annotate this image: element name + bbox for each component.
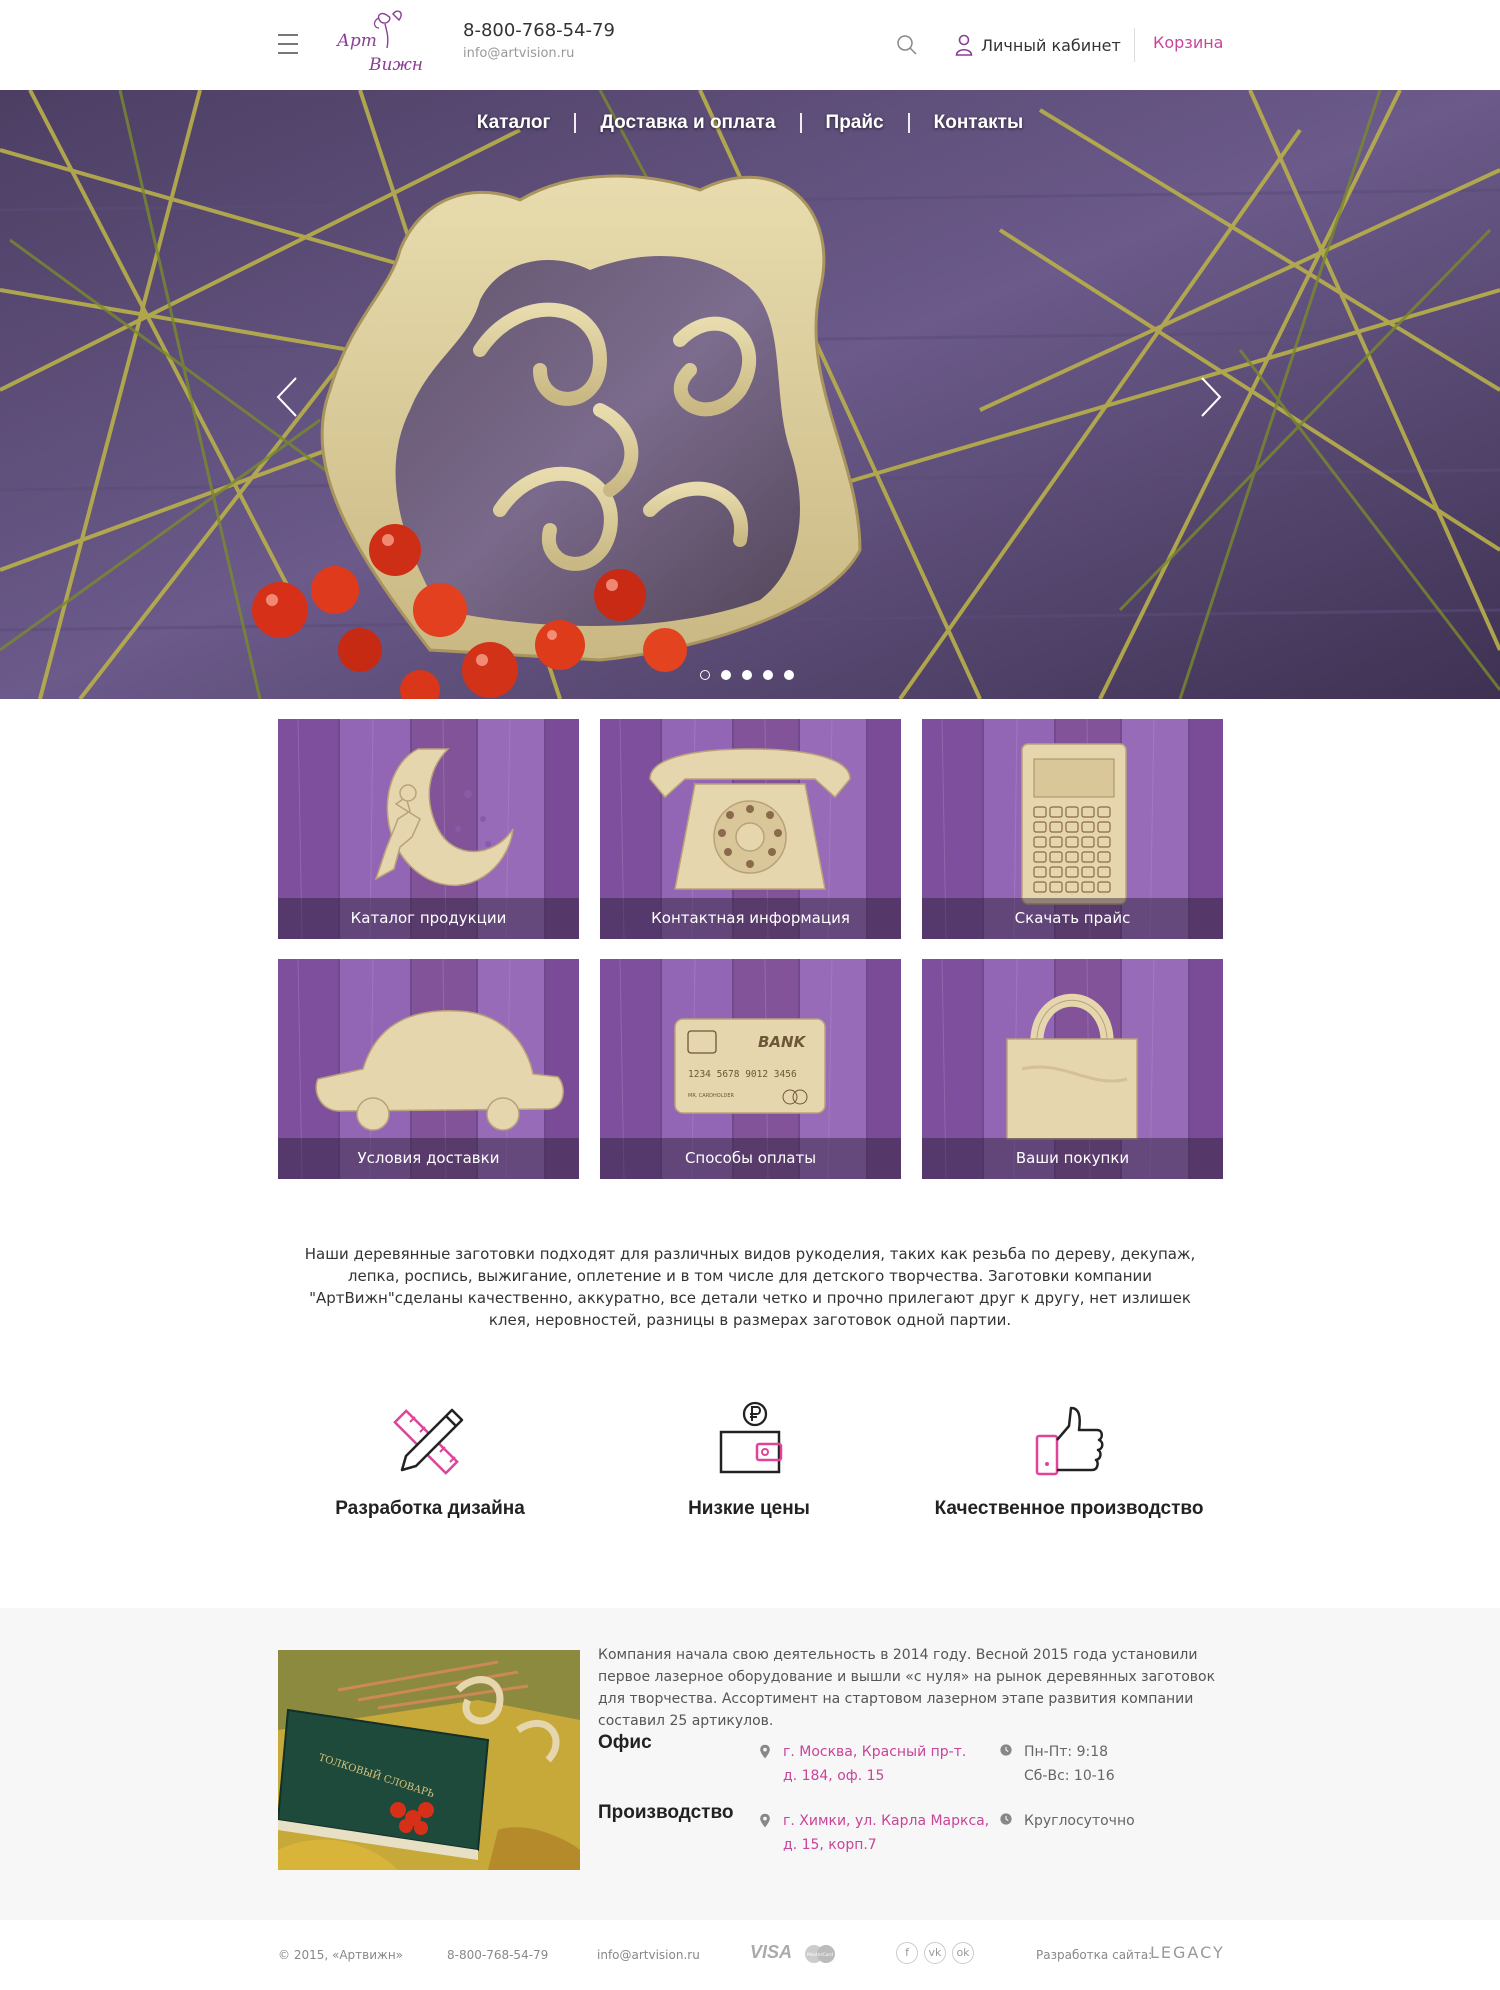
hero-image xyxy=(0,90,1500,699)
svg-text:Арт: Арт xyxy=(336,31,377,51)
tile-price[interactable]: Скачать прайс xyxy=(922,719,1223,939)
clock-icon xyxy=(1000,1744,1012,1756)
slider-dot[interactable] xyxy=(763,670,773,680)
production-address-line2: д. 15, корп.7 xyxy=(783,1837,877,1853)
svg-text:BANK: BANK xyxy=(758,1033,807,1051)
chevron-right-icon[interactable] xyxy=(1198,375,1224,419)
account-label: Личный кабинет xyxy=(981,35,1121,55)
copyright: © 2015, «Артвижн» xyxy=(278,1948,404,1962)
slider-dots xyxy=(700,670,794,680)
vk-icon[interactable]: vk xyxy=(924,1942,946,1964)
footer-phone[interactable]: 8-800-768-54-79 xyxy=(447,1948,548,1962)
office-hours: Пн-Пт: 9:18 Сб-Вс: 10-16 xyxy=(998,1740,1115,1788)
nav-separator xyxy=(907,112,910,133)
production-address-line1: г. Химки, ул. Карла Маркса, xyxy=(783,1813,990,1829)
feature-label: Низкие цены xyxy=(688,1498,810,1519)
tile-purchases[interactable]: Ваши покупки xyxy=(922,959,1223,1179)
developer-logo[interactable]: LEGACY xyxy=(1150,1943,1225,1962)
pencil-ruler-icon xyxy=(393,1408,464,1475)
site-header: Арт Вижн 8-800-768-54-79 info@artvision.… xyxy=(0,0,1500,90)
header-phone[interactable]: 8-800-768-54-79 xyxy=(463,20,615,41)
wallet-ruble-icon xyxy=(719,1401,783,1474)
production-label: Производство xyxy=(598,1802,734,1823)
office-address-line1: г. Москва, Красный пр-т. xyxy=(783,1744,967,1760)
tile-label: Контактная информация xyxy=(600,898,901,939)
slider-dot[interactable] xyxy=(784,670,794,680)
office-hours-weekend: Сб-Вс: 10-16 xyxy=(1024,1768,1115,1784)
clock-icon xyxy=(1000,1813,1012,1825)
tile-delivery[interactable]: Условия доставки xyxy=(278,959,579,1179)
tile-label: Условия доставки xyxy=(278,1138,579,1179)
tile-label: Скачать прайс xyxy=(922,898,1223,939)
visa-logo: VISA xyxy=(750,1942,793,1962)
slider-dot[interactable] xyxy=(721,670,731,680)
about-text: Наши деревянные заготовки подходят для р… xyxy=(304,1245,1196,1329)
office-label: Офис xyxy=(598,1732,652,1753)
thumbs-up-icon xyxy=(1035,1406,1104,1476)
feature-quality: Качественное производство xyxy=(919,1400,1219,1520)
facebook-icon[interactable]: f xyxy=(896,1942,918,1964)
office-address-line2: д. 184, оф. 15 xyxy=(783,1768,885,1784)
tile-grid: Каталог продукции Контактная информация … xyxy=(278,719,1223,1179)
nav-catalog[interactable]: Каталог xyxy=(453,112,575,134)
slider-dot[interactable] xyxy=(700,670,710,680)
account-link[interactable]: Личный кабинет xyxy=(955,30,1121,60)
tile-label: Ваши покупки xyxy=(922,1138,1223,1179)
search-icon[interactable] xyxy=(895,33,919,57)
nav-separator xyxy=(799,112,802,133)
map-pin-icon xyxy=(760,1744,770,1759)
tile-payment[interactable]: BANK 1234 5678 9012 3456 MR. CARDHOLDER … xyxy=(600,959,901,1179)
feature-label: Качественное производство xyxy=(934,1498,1204,1519)
production-hours-text: Круглосуточно xyxy=(1024,1813,1135,1829)
odnoklassniki-icon[interactable]: ok xyxy=(952,1942,974,1964)
hero-slider: Каталог Доставка и оплата Прайс Контакты xyxy=(0,90,1500,699)
slider-dot[interactable] xyxy=(742,670,752,680)
footer-email[interactable]: info@artvision.ru xyxy=(597,1948,700,1962)
tile-catalog[interactable]: Каталог продукции xyxy=(278,719,579,939)
divider xyxy=(1134,28,1135,62)
logo[interactable]: Арт Вижн xyxy=(333,8,433,78)
user-icon xyxy=(955,34,973,56)
feature-prices: Низкие цены xyxy=(599,1400,899,1520)
developer-label: Разработка сайта: xyxy=(1036,1948,1153,1962)
production-hours: Круглосуточно xyxy=(998,1809,1135,1833)
chevron-left-icon[interactable] xyxy=(274,375,300,419)
nav-separator xyxy=(574,112,577,133)
header-email[interactable]: info@artvision.ru xyxy=(463,46,574,61)
svg-text:MasterCard: MasterCard xyxy=(807,1952,833,1958)
map-pin-icon xyxy=(760,1813,770,1828)
company-info: ТОЛКОВЫЙ СЛОВАРЬ Компания начала свою де… xyxy=(0,1608,1500,1920)
menu-icon[interactable] xyxy=(278,34,298,56)
company-description: Компания начала свою деятельность в 2014… xyxy=(598,1647,1216,1729)
office-address[interactable]: г. Москва, Красный пр-т. д. 184, оф. 15 xyxy=(757,1740,966,1788)
tile-label: Способы оплаты xyxy=(600,1138,901,1179)
svg-text:Вижн: Вижн xyxy=(368,55,423,75)
site-footer: © 2015, «Артвижн» 8-800-768-54-79 info@a… xyxy=(0,1920,1500,1990)
company-photo: ТОЛКОВЫЙ СЛОВАРЬ xyxy=(278,1650,580,1870)
feature-design: Разработка дизайна xyxy=(280,1400,580,1520)
feature-label: Разработка дизайна xyxy=(335,1498,525,1519)
production-address[interactable]: г. Химки, ул. Карла Маркса, д. 15, корп.7 xyxy=(757,1809,989,1857)
office-hours-weekday: Пн-Пт: 9:18 xyxy=(1024,1744,1109,1760)
main-nav: Каталог Доставка и оплата Прайс Контакты xyxy=(0,90,1500,155)
svg-text:1234 5678 9012 3456: 1234 5678 9012 3456 xyxy=(688,1069,797,1080)
tile-contacts[interactable]: Контактная информация xyxy=(600,719,901,939)
tile-label: Каталог продукции xyxy=(278,898,579,939)
svg-text:MR. CARDHOLDER: MR. CARDHOLDER xyxy=(688,1093,735,1099)
mastercard-logo: MasterCard xyxy=(805,1945,835,1963)
nav-price[interactable]: Прайс xyxy=(802,112,908,134)
nav-contacts[interactable]: Контакты xyxy=(910,112,1048,134)
cart-link[interactable]: Корзина xyxy=(1153,33,1223,52)
nav-delivery[interactable]: Доставка и оплата xyxy=(576,112,799,134)
